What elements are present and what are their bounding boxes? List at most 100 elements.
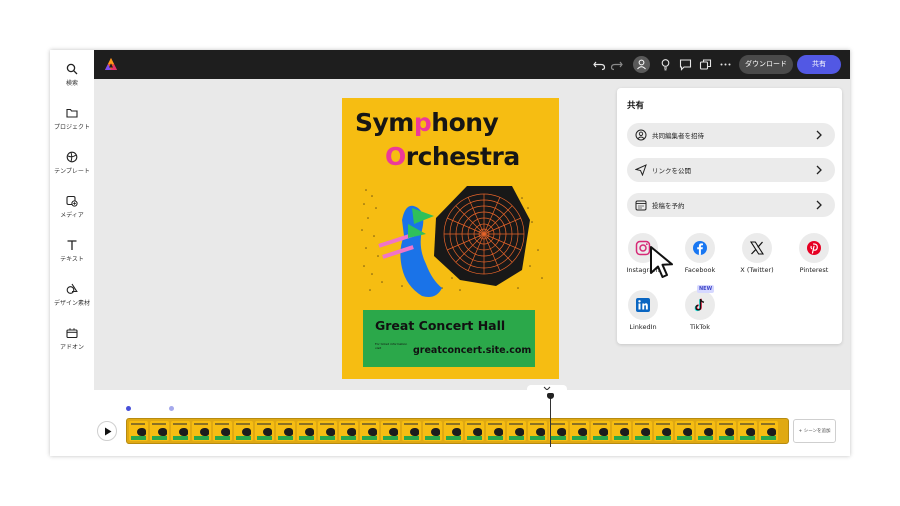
sidebar-item-search[interactable]: 検索 — [50, 63, 94, 87]
thumb-banner — [698, 436, 713, 440]
thumb-banner — [509, 436, 524, 440]
user-avatar[interactable] — [633, 56, 650, 73]
thumb-shape — [431, 428, 440, 436]
thumb-banner — [278, 436, 293, 440]
thumb-banner — [362, 436, 377, 440]
scene-thumbnail — [465, 421, 484, 441]
invite-collaborator-row[interactable]: 共同編集者を招待 — [627, 123, 835, 147]
share-button[interactable]: 共有 — [797, 55, 841, 74]
thumb-banner — [761, 436, 776, 440]
title-segment: hony — [431, 108, 499, 137]
thumb-title — [761, 423, 775, 425]
share-linkedin-button[interactable]: LinkedIn — [619, 290, 667, 331]
chevron-right-icon — [816, 130, 822, 140]
playhead-line — [550, 395, 551, 447]
thumb-banner — [341, 436, 356, 440]
share-facebook-button[interactable]: Facebook — [676, 233, 724, 274]
app-logo[interactable] — [104, 57, 118, 71]
thumb-banner — [719, 436, 734, 440]
thumb-title — [131, 423, 145, 425]
thumb-banner — [467, 436, 482, 440]
undo-icon[interactable] — [592, 57, 607, 72]
scene-thumbnail — [654, 421, 673, 441]
scene-thumbnail — [549, 421, 568, 441]
social-icon-circle — [628, 290, 658, 320]
scene-thumbnail — [360, 421, 379, 441]
timeline-marker[interactable] — [126, 406, 131, 411]
scene-track[interactable] — [126, 418, 789, 444]
share-pinterest-button[interactable]: Pinterest — [790, 233, 838, 274]
title-segment: Sym — [355, 108, 414, 137]
comment-icon[interactable] — [678, 57, 693, 72]
scene-thumbnail — [213, 421, 232, 441]
playhead-handle[interactable] — [547, 393, 554, 399]
social-label: Pinterest — [799, 266, 829, 274]
social-icon-circle — [742, 233, 772, 263]
download-button[interactable]: ダウンロード — [739, 55, 793, 74]
more-options-icon[interactable] — [718, 57, 733, 72]
thumb-title — [152, 423, 166, 425]
publish-link-row[interactable]: リンクを公開 — [627, 158, 835, 182]
thumb-shape — [158, 428, 167, 436]
thumb-title — [698, 423, 712, 425]
share-x-twitter-button[interactable]: X (Twitter) — [733, 233, 781, 274]
sidebar-item-design-elements[interactable]: デザイン素材 — [50, 283, 94, 307]
thumb-banner — [572, 436, 587, 440]
duplicate-icon[interactable] — [698, 57, 713, 72]
scene-thumbnail — [528, 421, 547, 441]
calendar-icon — [635, 200, 647, 211]
chevron-right-icon — [816, 200, 822, 210]
thumb-banner — [530, 436, 545, 440]
thumb-shape — [179, 428, 188, 436]
play-icon — [105, 427, 112, 436]
top-bar: ダウンロード 共有 — [94, 50, 850, 79]
thumb-title — [425, 423, 439, 425]
new-badge: NEW — [697, 285, 715, 293]
scene-thumbnail — [570, 421, 589, 441]
left-sidebar: 検索 プロジェクト テンプレート メディア テキスト デザイン素材 アドオン — [50, 50, 94, 456]
thumb-banner — [425, 436, 440, 440]
timeline-panel: + シーンを追加 — [94, 390, 850, 456]
lightbulb-icon[interactable] — [658, 57, 673, 72]
thumb-banner — [740, 436, 755, 440]
timeline-marker[interactable] — [169, 406, 174, 411]
scene-thumbnail — [486, 421, 505, 441]
share-tiktok-button[interactable]: NEW TikTok — [676, 285, 724, 331]
play-button[interactable] — [97, 421, 117, 441]
thumb-title — [488, 423, 502, 425]
thumb-title — [551, 423, 565, 425]
search-icon — [66, 63, 78, 75]
thumb-shape — [536, 428, 545, 436]
thumb-banner — [593, 436, 608, 440]
scene-thumbnail — [150, 421, 169, 441]
sidebar-item-media[interactable]: メディア — [50, 195, 94, 219]
thumb-shape — [305, 428, 314, 436]
scene-thumbnail — [717, 421, 736, 441]
sidebar-item-projects[interactable]: プロジェクト — [50, 107, 94, 131]
thumb-title — [593, 423, 607, 425]
sidebar-item-text[interactable]: テキスト — [50, 239, 94, 263]
redo-icon[interactable] — [609, 57, 624, 72]
scene-thumbnail — [381, 421, 400, 441]
thumb-shape — [347, 428, 356, 436]
tiktok-icon — [694, 298, 705, 312]
share-row-label: 投稿を予約 — [652, 202, 685, 210]
thumb-banner — [215, 436, 230, 440]
schedule-post-row[interactable]: 投稿を予約 — [627, 193, 835, 217]
sidebar-item-addons[interactable]: アドオン — [50, 327, 94, 351]
folder-icon — [66, 108, 78, 118]
share-panel-title: 共有 — [627, 101, 645, 111]
add-scene-button[interactable]: + シーンを追加 — [793, 419, 836, 443]
thumb-title — [341, 423, 355, 425]
poster-canvas[interactable]: Symphony Orchestra Great Concert Hall Fo… — [342, 98, 559, 379]
thumb-shape — [620, 428, 629, 436]
thumb-title — [194, 423, 208, 425]
sidebar-item-label: テキスト — [60, 256, 84, 263]
send-link-icon — [635, 164, 647, 176]
thumb-banner — [257, 436, 272, 440]
thumb-shape — [662, 428, 671, 436]
thumb-shape — [389, 428, 398, 436]
poster-title-line1: Symphony — [355, 108, 499, 137]
sidebar-item-templates[interactable]: テンプレート — [50, 151, 94, 175]
thumb-banner — [131, 436, 146, 440]
